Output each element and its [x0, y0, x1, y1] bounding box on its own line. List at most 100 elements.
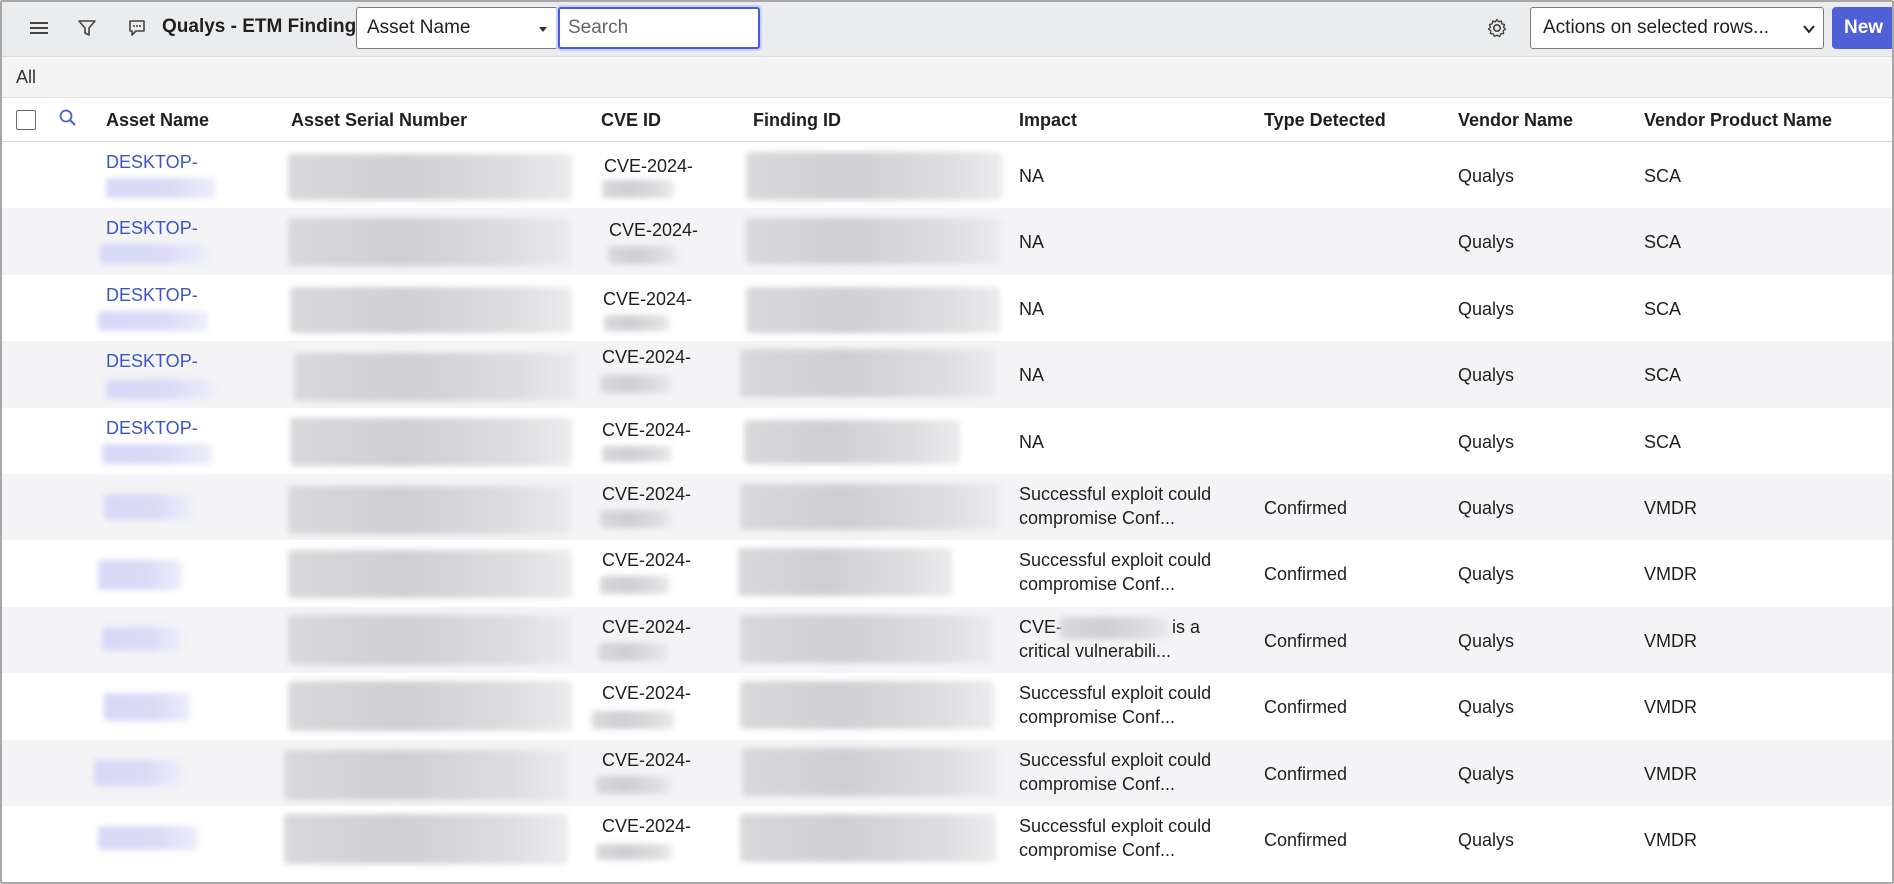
- redacted-finding-id: [746, 286, 1000, 333]
- actions-select-value: Actions on selected rows...: [1543, 17, 1769, 38]
- table-row[interactable]: DESKTOP- CVE-2024- NA Qualys SCA: [2, 408, 1892, 474]
- search-field-select[interactable]: Asset Name: [356, 7, 558, 49]
- redacted-asset-suffix: [106, 178, 216, 198]
- table-body: DESKTOP- CVE-2024- NA Qualys SCA DESKTOP…: [2, 142, 1892, 872]
- redacted-cve-suffix: [596, 843, 672, 860]
- redacted-serial-number: [288, 550, 572, 599]
- asset-name-link[interactable]: DESKTOP-: [106, 285, 198, 306]
- impact-text-line2: compromise Conf...: [1019, 507, 1176, 528]
- column-header-asset-serial-number[interactable]: Asset Serial Number: [291, 110, 467, 131]
- redacted-cve-suffix: [608, 246, 678, 265]
- vendor-name: Qualys: [1458, 232, 1515, 253]
- table-row[interactable]: CVE-2024- Successful exploit could compr…: [2, 806, 1892, 872]
- impact-text: Successful exploit could: [1019, 749, 1212, 770]
- vendor-name: Qualys: [1458, 564, 1515, 585]
- vendor-name: Qualys: [1458, 697, 1515, 718]
- vendor-name: Qualys: [1458, 829, 1515, 850]
- vendor-product-name: SCA: [1644, 365, 1682, 386]
- impact-text: NA: [1019, 431, 1045, 452]
- table-row[interactable]: CVE-2024- CVE- is a critical vulnerabili…: [2, 606, 1892, 674]
- impact-text: NA: [1019, 298, 1045, 319]
- table-row[interactable]: DESKTOP- CVE-2024- NA Qualys SCA: [2, 208, 1892, 275]
- list-toolbar: Qualys - ETM Findings Asset Name Actions…: [2, 2, 1892, 57]
- redacted-finding-id: [740, 614, 994, 663]
- asset-name-link[interactable]: DESKTOP-: [106, 152, 198, 173]
- redacted-finding-id: [740, 349, 996, 398]
- breadcrumb-all[interactable]: All: [16, 67, 36, 88]
- menu-icon[interactable]: [26, 15, 52, 41]
- vendor-name: Qualys: [1458, 298, 1515, 319]
- column-header-impact[interactable]: Impact: [1019, 110, 1077, 131]
- redacted-finding-id: [742, 747, 998, 796]
- impact-text-line2: critical vulnerabili...: [1019, 640, 1172, 661]
- type-detected: Confirmed: [1264, 763, 1348, 784]
- vendor-product-name: SCA: [1644, 166, 1682, 186]
- redacted-asset-name[interactable]: [98, 560, 182, 591]
- impact-text-line2: compromise Conf...: [1019, 574, 1176, 595]
- redacted-asset-suffix: [102, 443, 212, 464]
- vendor-name: Qualys: [1458, 630, 1515, 651]
- vendor-product-name: VMDR: [1644, 697, 1697, 718]
- cve-id: CVE-2024-: [602, 815, 692, 836]
- redacted-asset-name[interactable]: [98, 825, 198, 850]
- redacted-cve-suffix: [598, 642, 668, 661]
- cve-id: CVE-2024-: [602, 347, 692, 368]
- redacted-asset-suffix: [100, 244, 208, 265]
- redacted-finding-id: [738, 548, 952, 597]
- filter-icon[interactable]: [74, 15, 100, 41]
- table-row[interactable]: DESKTOP- CVE-2024- NA Qualys SCA: [2, 275, 1892, 341]
- vendor-product-name: SCA: [1644, 232, 1682, 253]
- column-header-cve-id[interactable]: CVE ID: [601, 110, 661, 131]
- redacted-asset-name[interactable]: [104, 493, 192, 520]
- table-row[interactable]: CVE-2024- Successful exploit could compr…: [2, 473, 1892, 541]
- asset-name-link[interactable]: DESKTOP-: [106, 418, 198, 439]
- column-header-vendor-name[interactable]: Vendor Name: [1458, 110, 1573, 131]
- asset-name-link[interactable]: DESKTOP-: [106, 351, 198, 372]
- table-row[interactable]: DESKTOP- CVE-2024- NA Qualys SCA: [2, 341, 1892, 408]
- column-header-finding-id[interactable]: Finding ID: [753, 110, 841, 131]
- table-row[interactable]: DESKTOP- CVE-2024- NA Qualys SCA: [2, 142, 1892, 208]
- vendor-name: Qualys: [1458, 763, 1515, 784]
- redacted-asset-name[interactable]: [94, 759, 182, 786]
- select-all-checkbox[interactable]: [16, 110, 36, 130]
- redacted-serial-number: [288, 218, 572, 267]
- table-row[interactable]: CVE-2024- Successful exploit could compr…: [2, 739, 1892, 806]
- vendor-product-name: VMDR: [1644, 497, 1697, 518]
- actions-select[interactable]: Actions on selected rows...: [1530, 7, 1824, 49]
- redacted-asset-name[interactable]: [104, 693, 190, 722]
- redacted-serial-number: [284, 749, 570, 800]
- redacted-asset-suffix: [106, 379, 214, 400]
- redacted-cve-suffix: [592, 711, 674, 730]
- redacted-finding-id: [740, 681, 994, 730]
- asset-name-link[interactable]: DESKTOP-: [106, 218, 198, 239]
- column-header-asset-name[interactable]: Asset Name: [106, 110, 209, 131]
- impact-text: CVE-: [1019, 616, 1063, 637]
- vendor-name: Qualys: [1458, 365, 1515, 386]
- redacted-asset-name[interactable]: [102, 626, 182, 651]
- type-detected: Confirmed: [1264, 697, 1348, 718]
- impact-text-line2: compromise Conf...: [1019, 707, 1176, 728]
- redacted-serial-number: [294, 353, 578, 402]
- impact-text: NA: [1019, 365, 1045, 386]
- impact-text-line2: compromise Conf...: [1019, 773, 1176, 794]
- gear-icon[interactable]: [1484, 15, 1510, 41]
- cve-id: CVE-2024-: [602, 419, 692, 440]
- redacted-cve-suffix: [600, 509, 672, 528]
- table-row[interactable]: CVE-2024- Successful exploit could compr…: [2, 673, 1892, 739]
- redacted-cve-suffix: [602, 180, 674, 198]
- cve-id: CVE-2024-: [602, 749, 692, 770]
- impact-text: Successful exploit could: [1019, 483, 1212, 504]
- new-button[interactable]: New: [1832, 7, 1892, 49]
- redacted-cve-suffix: [600, 576, 670, 595]
- column-header-vendor-product-name[interactable]: Vendor Product Name: [1644, 110, 1832, 131]
- impact-text: NA: [1019, 166, 1045, 186]
- comment-icon[interactable]: [124, 15, 150, 41]
- column-header-type-detected[interactable]: Type Detected: [1264, 110, 1386, 131]
- search-icon[interactable]: [58, 108, 78, 133]
- redacted-cve-suffix: [604, 314, 670, 331]
- redacted-asset-suffix: [98, 310, 208, 331]
- search-input[interactable]: [558, 7, 760, 49]
- vendor-name: Qualys: [1458, 166, 1515, 186]
- table-row[interactable]: CVE-2024- Successful exploit could compr…: [2, 540, 1892, 606]
- impact-text-suffix: is a: [1172, 616, 1201, 637]
